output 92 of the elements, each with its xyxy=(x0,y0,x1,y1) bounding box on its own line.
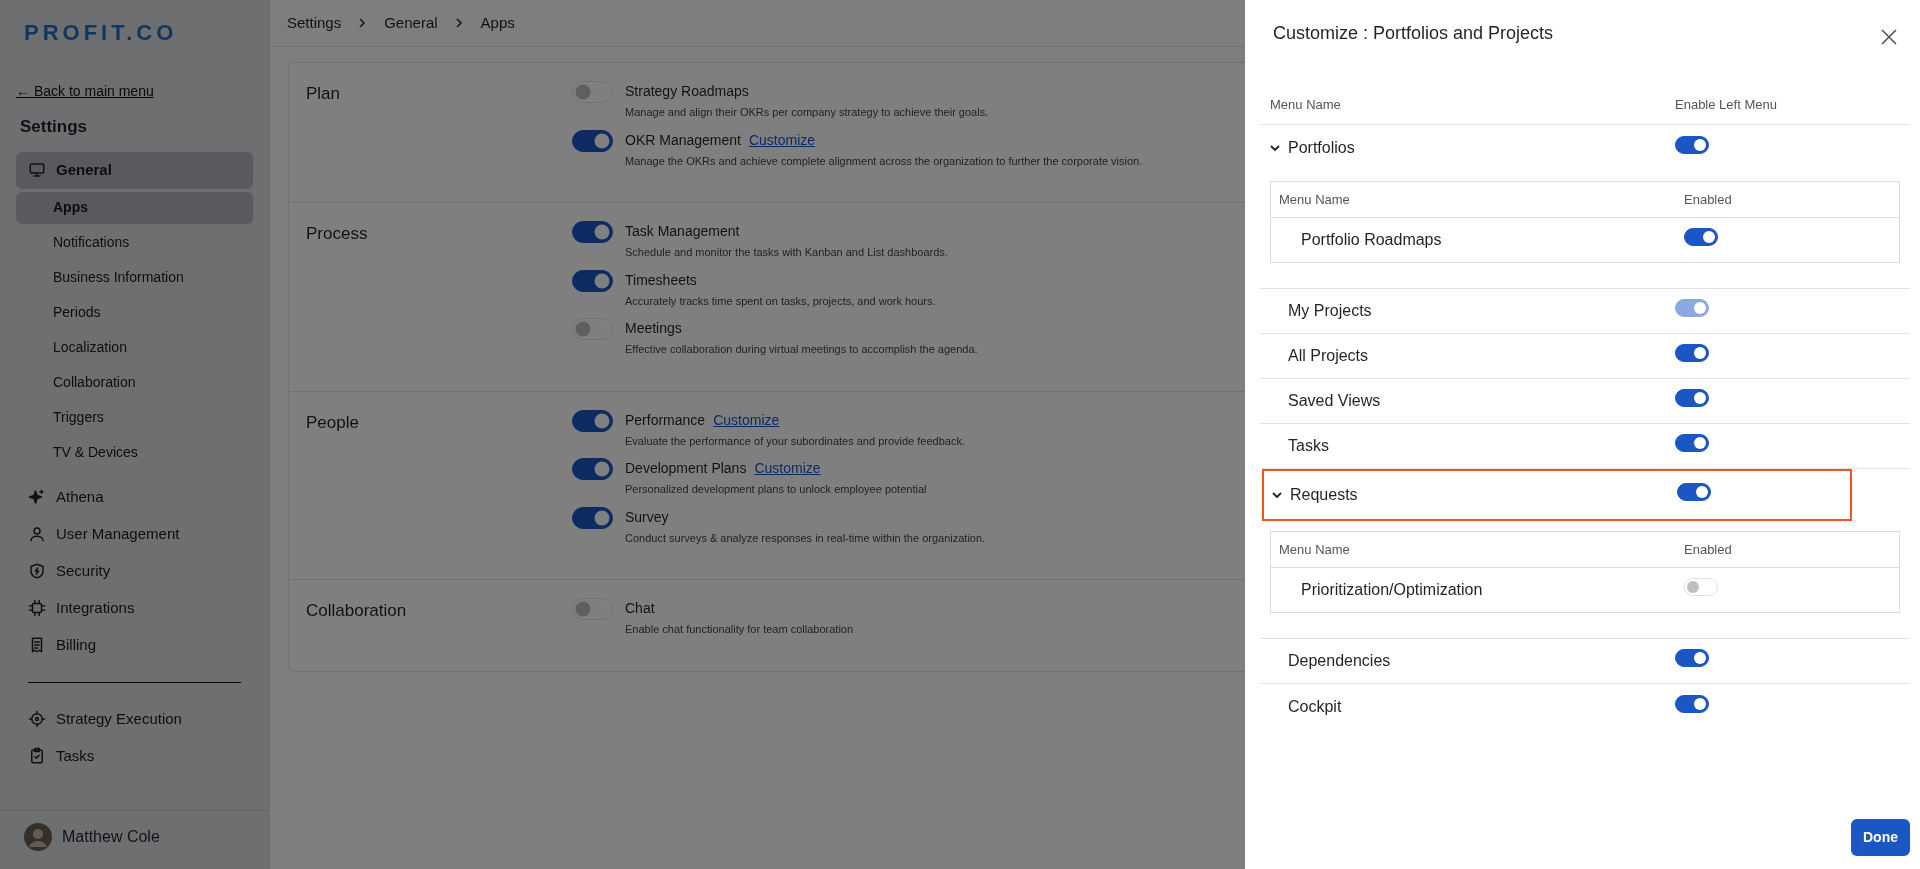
customize-link[interactable]: Customize xyxy=(713,409,780,431)
toggle-switch[interactable] xyxy=(1675,389,1709,407)
toggle-switch[interactable] xyxy=(1675,344,1709,362)
breadcrumb-item[interactable]: General xyxy=(384,11,438,35)
customize-link[interactable]: Customize xyxy=(754,458,821,479)
toggle-switch[interactable] xyxy=(1675,434,1709,452)
avatar[interactable] xyxy=(24,823,52,851)
toggle-switch[interactable] xyxy=(572,409,613,432)
column-header: Menu Name xyxy=(1270,95,1341,114)
chip-icon xyxy=(28,599,46,617)
sidebar-item[interactable]: Collaboration xyxy=(16,366,253,399)
app-description: Schedule and monitor the tasks with Kanban and List dashboards. xyxy=(625,245,948,260)
sidebar-item[interactable]: Localization xyxy=(16,331,253,364)
chevron-down-icon[interactable] xyxy=(1270,143,1280,153)
sidebar-item[interactable]: Business Information xyxy=(16,261,253,294)
sidebar-item[interactable]: Billing xyxy=(16,626,253,664)
menu-name: Portfolio Roadmaps xyxy=(1301,230,1442,250)
toggle-switch[interactable] xyxy=(572,221,613,243)
app-description: Manage and align their OKRs per company strategy to achieve their goals. xyxy=(625,105,989,120)
app-description: Enable chat functionality for team collaboration xyxy=(625,622,854,637)
done-button[interactable]: Done xyxy=(1851,819,1910,856)
sidebar-item[interactable]: General xyxy=(16,151,253,189)
menu-name: All Projects xyxy=(1288,346,1369,366)
back-link[interactable]: ← Back to main menu xyxy=(16,81,154,102)
sidebar-item[interactable]: Apps xyxy=(16,191,253,224)
sidebar-heading: Settings xyxy=(20,116,88,138)
sidebar-item[interactable]: Notifications xyxy=(16,226,253,259)
sparkle-icon xyxy=(28,488,46,506)
column-header: Enabled xyxy=(1684,190,1732,209)
menu-name: Dependencies xyxy=(1288,651,1391,671)
column-header: Menu Name xyxy=(1279,190,1350,209)
sidebar-item[interactable]: Security xyxy=(16,552,253,590)
sidebar-item[interactable]: Athena xyxy=(16,478,253,516)
toggle-switch[interactable] xyxy=(1677,483,1711,501)
app-name: Meetings xyxy=(625,319,682,338)
sidebar-item[interactable]: Periods xyxy=(16,296,253,329)
app-name: Chat xyxy=(625,599,655,618)
toggle-switch[interactable] xyxy=(1684,228,1718,246)
panel-title: Customize : Portfolios and Projects xyxy=(1273,22,1554,45)
toggle-switch[interactable] xyxy=(572,269,613,292)
section-title: Collaboration xyxy=(305,600,408,622)
sidebar-item[interactable]: Tasks xyxy=(16,737,253,775)
section-title: People xyxy=(305,411,360,434)
chevron-right-icon xyxy=(455,18,463,28)
shield-icon xyxy=(28,562,46,580)
breadcrumb-item: Apps xyxy=(480,12,515,33)
column-header: Enabled xyxy=(1684,540,1732,559)
app-description: Accurately tracks time spent on tasks, projects, and work hours. xyxy=(625,293,936,309)
toggle-switch[interactable] xyxy=(572,129,613,152)
app-name: Strategy Roadmaps xyxy=(625,82,749,101)
menu-name: My Projects xyxy=(1288,301,1372,321)
app-description: Effective collaboration during virtual meetings to accomplish the agenda. xyxy=(625,342,978,357)
app-name: OKR Management xyxy=(625,130,741,150)
logo[interactable]: PROFIT.CO xyxy=(24,16,178,49)
app-description: Personalized development plans to unlock employee potential xyxy=(625,482,927,497)
user-name[interactable]: Matthew Cole xyxy=(62,825,160,849)
target-icon xyxy=(28,710,46,728)
app-name: Task Management xyxy=(625,222,740,241)
toggle-switch[interactable] xyxy=(1675,136,1709,154)
customize-link[interactable]: Customize xyxy=(748,129,816,151)
app-description: Manage the OKRs and achieve complete alignment across the organization to further the corporate vision. xyxy=(625,153,1143,169)
section-title: Process xyxy=(305,223,369,245)
sidebar-item[interactable]: Strategy Execution xyxy=(16,700,253,738)
app-name: Development Plans xyxy=(625,459,747,478)
clipboard-check-icon xyxy=(28,747,46,765)
menu-name: Requests xyxy=(1290,485,1358,505)
section-title: Plan xyxy=(305,83,342,105)
menu-name: Cockpit xyxy=(1288,696,1342,717)
chevron-right-icon xyxy=(359,18,367,28)
column-header: Enable Left Menu xyxy=(1675,95,1777,114)
sidebar-item[interactable]: User Management xyxy=(16,515,253,553)
app-name: Timesheets xyxy=(625,270,697,290)
user-icon xyxy=(28,525,46,543)
sidebar-item[interactable]: TV & Devices xyxy=(16,436,253,469)
monitor-icon xyxy=(28,161,46,179)
toggle-switch[interactable] xyxy=(1675,649,1709,667)
toggle-switch[interactable] xyxy=(572,458,613,480)
toggle-switch[interactable] xyxy=(572,506,613,529)
menu-name: Portfolios xyxy=(1288,138,1355,158)
menu-name: Tasks xyxy=(1288,436,1329,456)
breadcrumb-item[interactable]: Settings xyxy=(287,11,342,35)
sidebar-item[interactable]: Integrations xyxy=(16,589,253,627)
chevron-down-icon[interactable] xyxy=(1272,490,1282,500)
app-description: Conduct surveys & analyze responses in real-time within the organization. xyxy=(625,530,986,546)
menu-name: Saved Views xyxy=(1288,391,1381,411)
menu-name: Prioritization/Optimization xyxy=(1301,580,1483,600)
app-name: Performance xyxy=(625,410,706,430)
column-header: Menu Name xyxy=(1279,540,1350,559)
sidebar-item[interactable]: Triggers xyxy=(16,401,253,434)
app-name: Survey xyxy=(625,507,669,527)
app-description: Evaluate the performance of your subordinates and provide feedback. xyxy=(625,433,965,449)
toggle-switch[interactable] xyxy=(1675,694,1709,713)
